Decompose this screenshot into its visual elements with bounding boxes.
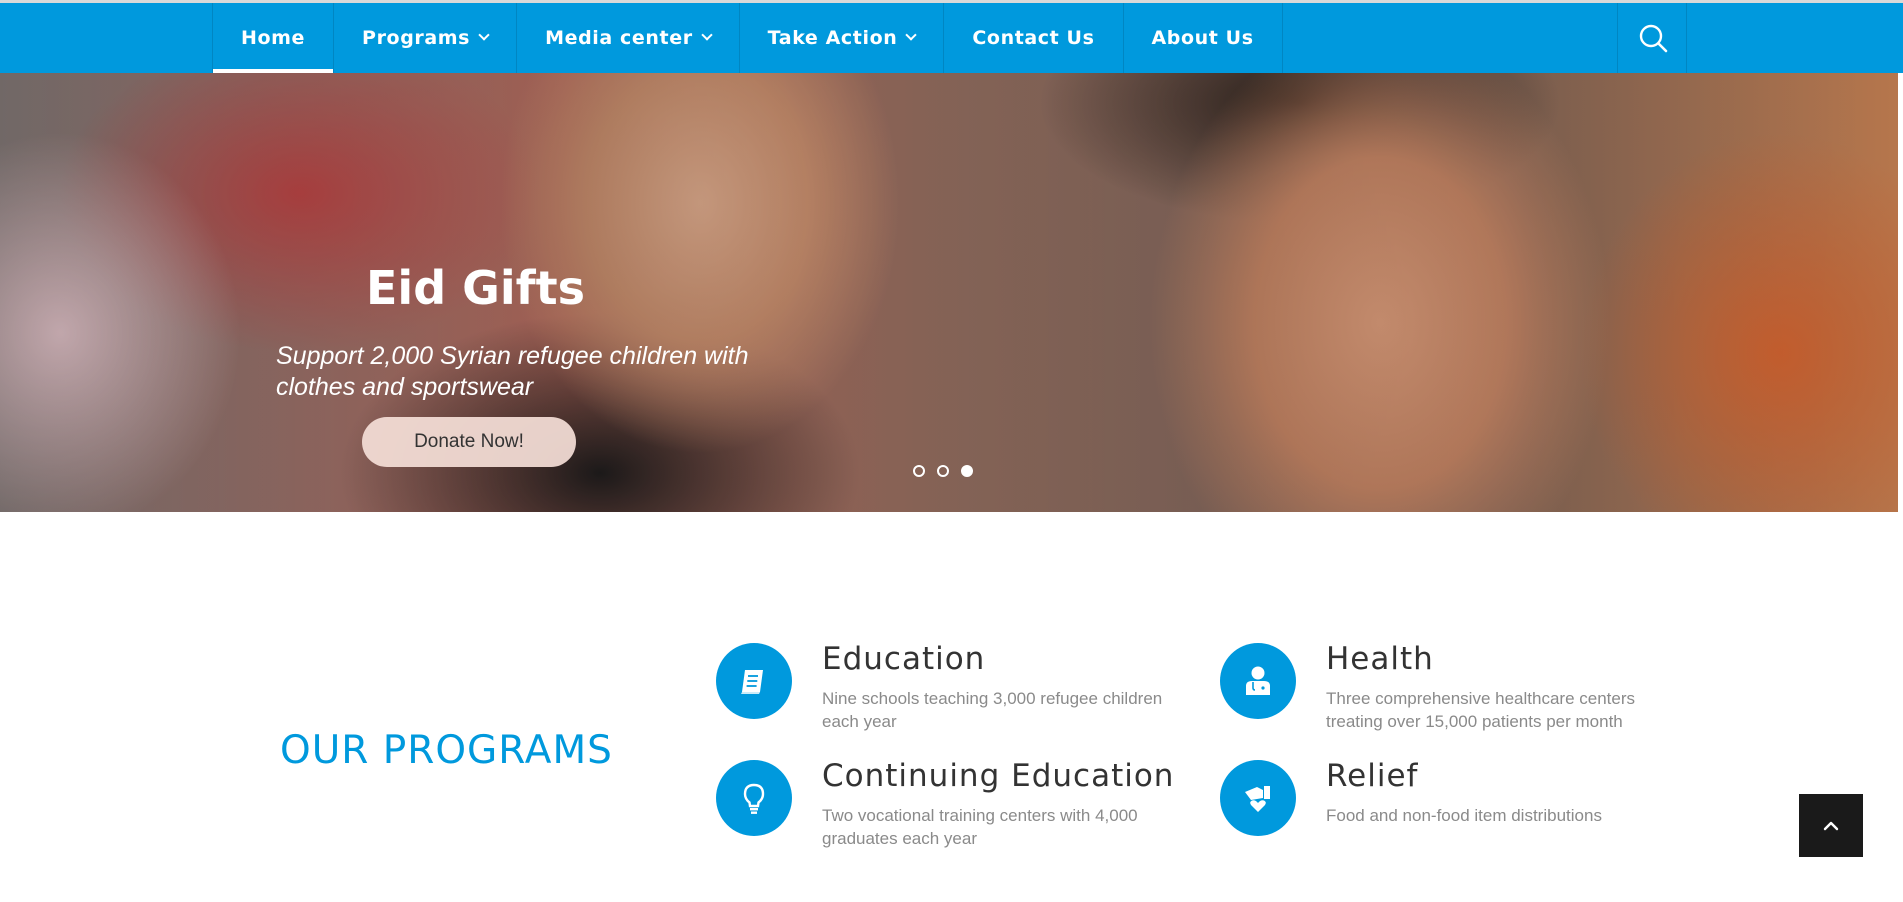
slider-dot-2[interactable] bbox=[937, 465, 949, 477]
slider-dot-1[interactable] bbox=[913, 465, 925, 477]
program-name: Relief bbox=[1326, 758, 1419, 794]
program-description: Three comprehensive healthcare centers t… bbox=[1326, 689, 1635, 731]
program-description: Nine schools teaching 3,000 refugee chil… bbox=[822, 689, 1163, 731]
program-description: Two vocational training centers with 4,0… bbox=[822, 806, 1138, 848]
nav-menu: Home Programs Media center Take Action C… bbox=[212, 3, 1283, 73]
nav-item-about-us[interactable]: About Us bbox=[1122, 3, 1283, 73]
program-name: Education bbox=[822, 641, 986, 677]
hero-image bbox=[0, 73, 1898, 512]
hero-slider: Eid Gifts Support 2,000 Syrian refugee c… bbox=[0, 73, 1898, 512]
nav-item-label: Media center bbox=[545, 27, 693, 49]
chevron-down-icon bbox=[701, 29, 713, 41]
program-name: Continuing Education bbox=[822, 758, 1175, 794]
hero-title: Eid Gifts bbox=[366, 261, 586, 315]
nav-item-label: Take Action bbox=[767, 27, 898, 49]
search-icon bbox=[1639, 24, 1668, 53]
nav-item-contact-us[interactable]: Contact Us bbox=[943, 3, 1122, 73]
hero-subtitle: Support 2,000 Syrian refugee children wi… bbox=[276, 342, 749, 401]
slider-dot-3[interactable] bbox=[961, 465, 973, 477]
hand-heart-icon bbox=[1220, 760, 1296, 836]
section-title-programs: OUR PROGRAMS bbox=[280, 728, 613, 773]
doctor-icon bbox=[1220, 643, 1296, 719]
search-button[interactable] bbox=[1617, 3, 1687, 73]
chevron-down-icon bbox=[905, 29, 918, 41]
nav-item-take-action[interactable]: Take Action bbox=[738, 3, 944, 73]
nav-item-label: About Us bbox=[1151, 27, 1254, 49]
back-to-top-button[interactable] bbox=[1799, 794, 1863, 857]
main-navigation: Home Programs Media center Take Action C… bbox=[0, 3, 1903, 73]
nav-item-home[interactable]: Home bbox=[212, 3, 334, 73]
book-icon bbox=[716, 643, 792, 719]
program-description: Food and non-food item distributions bbox=[1326, 806, 1602, 825]
program-name: Health bbox=[1326, 641, 1434, 677]
nav-item-label: Contact Us bbox=[972, 27, 1095, 49]
nav-item-label: Home bbox=[241, 27, 306, 49]
chevron-down-icon bbox=[478, 29, 490, 41]
donate-now-button[interactable]: Donate Now! bbox=[362, 417, 576, 467]
nav-item-label: Programs bbox=[362, 27, 471, 49]
nav-item-media-center[interactable]: Media center bbox=[516, 3, 739, 73]
nav-item-programs[interactable]: Programs bbox=[333, 3, 516, 73]
slider-pagination bbox=[913, 465, 973, 477]
lightbulb-icon bbox=[716, 760, 792, 836]
chevron-up-icon bbox=[1823, 821, 1839, 830]
